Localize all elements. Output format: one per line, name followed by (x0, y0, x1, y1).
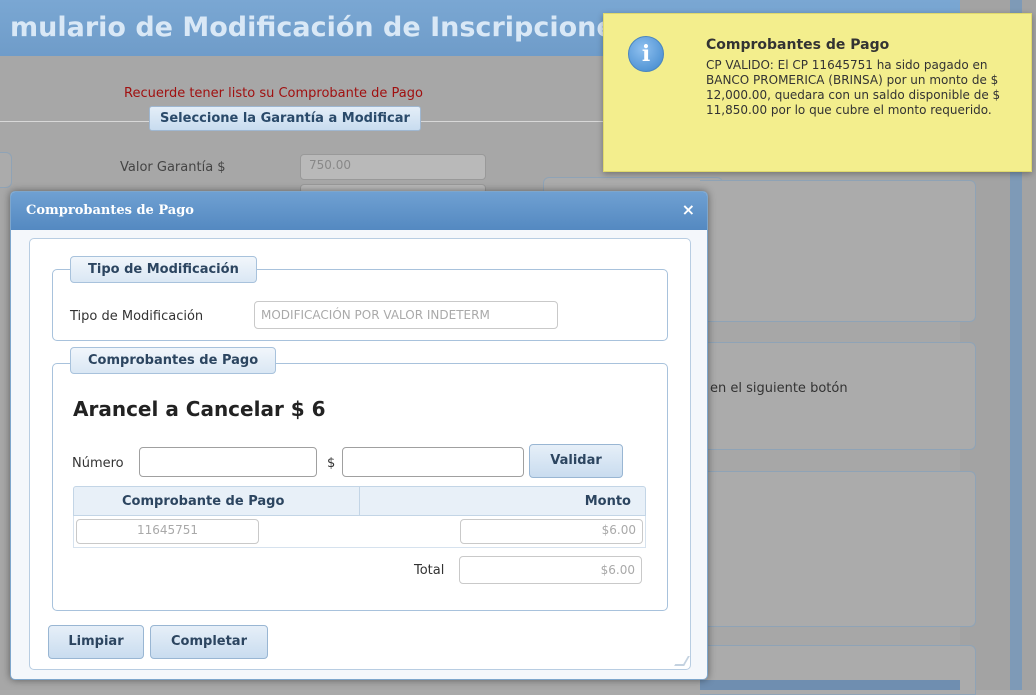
row-comprobante-value[interactable]: 11645751 (76, 519, 259, 544)
tipo-modificacion-legend: Tipo de Modificación (70, 256, 257, 283)
dialog-content: Tipo de Modificación Tipo de Modificació… (29, 238, 691, 670)
side-instruction-text: en el siguiente botón (710, 381, 848, 396)
monto-input[interactable] (342, 447, 524, 477)
valor-garantia-label: Valor Garantía $ (120, 160, 226, 175)
column-header-monto[interactable]: Monto (585, 494, 631, 509)
comprobantes-dialog: Comprobantes de Pago × Tipo de Modificac… (10, 191, 708, 680)
total-field[interactable]: $6.00 (459, 556, 642, 584)
limpiar-button[interactable]: Limpiar (48, 625, 144, 659)
tipo-modificacion-label: Tipo de Modificación (70, 309, 204, 324)
notification-message: CP VALIDO: El CP 11645751 ha sido pagado… (706, 58, 1001, 117)
table-row[interactable]: 11645751 $6.00 (73, 516, 646, 548)
numero-input[interactable] (139, 447, 317, 477)
completar-button[interactable]: Completar (150, 625, 268, 659)
notification-toast[interactable]: i Comprobantes de Pago CP VALIDO: El CP … (603, 13, 1032, 172)
numero-label: Número (72, 456, 124, 471)
dialog-header[interactable]: Comprobantes de Pago × (11, 192, 707, 230)
background-bottom-bar (700, 680, 960, 690)
valor-garantia-field[interactable]: 750.00 (300, 154, 486, 180)
resize-handle[interactable] (674, 656, 690, 666)
garantia-legend: Seleccione la Garantía a Modificar (149, 106, 421, 131)
background-panel-right-2 (700, 342, 976, 450)
info-icon: i (628, 36, 664, 72)
dialog-title: Comprobantes de Pago (26, 203, 194, 218)
background-panel-left (0, 152, 12, 188)
total-label: Total (414, 563, 445, 578)
arancel-heading: Arancel a Cancelar $ 6 (73, 397, 326, 421)
column-divider (359, 487, 360, 515)
row-monto-value[interactable]: $6.00 (460, 519, 643, 544)
close-icon[interactable]: × (682, 200, 695, 219)
notification-title: Comprobantes de Pago (706, 37, 890, 53)
background-panel-right-3 (700, 471, 976, 627)
comprobantes-legend: Comprobantes de Pago (70, 347, 277, 374)
background-panel-right (700, 180, 976, 322)
tipo-modificacion-field[interactable]: MODIFICACIÓN POR VALOR INDETERM (254, 301, 558, 329)
payment-reminder: Recuerde tener listo su Comprobante de P… (124, 86, 423, 101)
validar-button[interactable]: Validar (529, 444, 623, 478)
currency-label: $ (327, 456, 336, 471)
page-title: mulario de Modificación de Inscripciones (10, 12, 631, 43)
column-header-comprobante[interactable]: Comprobante de Pago (122, 494, 284, 509)
comprobantes-table-header: Comprobante de Pago Monto (73, 486, 646, 516)
